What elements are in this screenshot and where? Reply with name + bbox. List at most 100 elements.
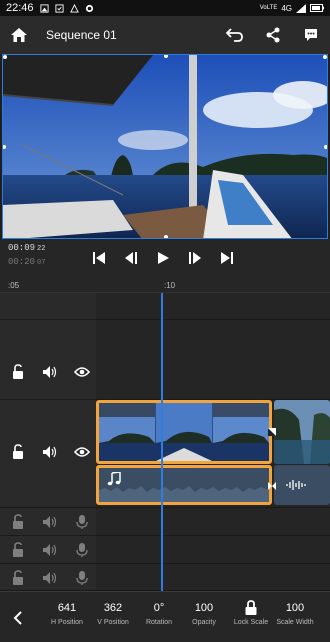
- track-header-video-1: [0, 400, 96, 508]
- lock-open-icon[interactable]: [10, 364, 26, 380]
- volume-icon[interactable]: [42, 542, 58, 558]
- transform-handle[interactable]: [3, 55, 7, 59]
- sequence-title: Sequence 01: [46, 28, 117, 42]
- lock-icon: [245, 600, 257, 615]
- v-position-value: 362: [103, 602, 123, 614]
- play-icon: [158, 252, 169, 264]
- image-icon: [39, 3, 49, 13]
- check-icon: [54, 3, 64, 13]
- scale-width-control[interactable]: 100 Scale Width: [273, 598, 317, 627]
- clip-thumbnails: [99, 403, 269, 461]
- track-header-video-2: [0, 320, 96, 400]
- status-time: 22:46: [6, 2, 34, 14]
- lock-scale-label: Lock Scale: [233, 619, 269, 626]
- video-clip[interactable]: [274, 400, 330, 464]
- volume-icon[interactable]: [42, 444, 58, 460]
- properties-toolbar: 641 H Position 362 V Position 0° Rotatio…: [0, 591, 330, 642]
- rotation-control[interactable]: 0° Rotation: [137, 598, 181, 627]
- playback-bar: 00:09 22 00:20 07: [0, 239, 330, 279]
- track-row-video-2: [96, 320, 330, 400]
- total-timecode: 00:20 07: [8, 257, 45, 267]
- microphone-icon[interactable]: [74, 570, 90, 586]
- volume-icon[interactable]: [42, 514, 58, 530]
- next-frame-button[interactable]: [184, 247, 206, 269]
- microphone-icon[interactable]: [74, 542, 90, 558]
- volte-label: VoLTE: [259, 5, 278, 11]
- status-bar: 22:46 VoLTE 4G: [0, 0, 330, 16]
- play-button[interactable]: [152, 247, 174, 269]
- comment-icon: [305, 29, 317, 41]
- lock-open-icon[interactable]: [10, 514, 26, 530]
- lock-scale-control[interactable]: Lock Scale: [229, 598, 273, 627]
- transform-handle[interactable]: [323, 55, 327, 59]
- transform-handle[interactable]: [3, 145, 6, 149]
- v-position-control[interactable]: 362 V Position: [91, 598, 135, 627]
- track-row-empty: [96, 293, 330, 320]
- ruler-tick-label: :05: [8, 281, 20, 290]
- transform-handle[interactable]: [164, 55, 168, 58]
- rotation-value: 0°: [153, 602, 165, 614]
- previous-frame-icon: [125, 252, 137, 264]
- battery-icon: [310, 4, 324, 12]
- track-header-audio-3: [0, 564, 96, 591]
- track-row-audio-2: [96, 536, 330, 564]
- video-clip-selected[interactable]: [96, 400, 272, 464]
- h-position-control[interactable]: 641 H Position: [45, 598, 89, 627]
- comment-button[interactable]: [292, 16, 330, 54]
- transition-marker[interactable]: [268, 482, 276, 490]
- volume-icon[interactable]: [42, 570, 58, 586]
- next-frame-icon: [189, 252, 201, 264]
- lock-open-icon[interactable]: [10, 570, 26, 586]
- track-header-audio-1: [0, 508, 96, 536]
- transform-handle[interactable]: [324, 145, 327, 149]
- scale-width-label: Scale Width: [276, 619, 314, 626]
- transition-marker[interactable]: [268, 428, 276, 436]
- h-position-value: 641: [57, 602, 77, 614]
- track-row-audio-1: [96, 508, 330, 536]
- audio-clip-selected[interactable]: [96, 465, 272, 505]
- eye-icon[interactable]: [74, 444, 90, 460]
- h-position-label: H Position: [51, 619, 83, 626]
- share-button[interactable]: [254, 16, 292, 54]
- undo-button[interactable]: [216, 16, 254, 54]
- audio-waveform: [99, 486, 269, 502]
- skip-to-end-button[interactable]: [216, 247, 238, 269]
- transport-controls: [88, 247, 238, 269]
- lock-scale-value: [229, 598, 273, 618]
- skip-to-end-icon: [221, 252, 233, 264]
- volume-icon[interactable]: [42, 364, 58, 380]
- timeline-ruler[interactable]: :05 :10: [0, 279, 330, 293]
- signal-icon: [296, 3, 306, 13]
- undo-icon: [226, 28, 243, 42]
- eye-icon[interactable]: [74, 364, 90, 380]
- video-preview[interactable]: [2, 54, 328, 239]
- back-button[interactable]: [6, 606, 30, 630]
- scale-width-value: 100: [285, 602, 305, 614]
- video-frame-image: [3, 55, 327, 238]
- chevron-left-icon: [13, 611, 22, 625]
- opacity-control[interactable]: 100 Opacity: [182, 598, 226, 627]
- home-button[interactable]: [0, 16, 38, 54]
- timeline-tracks: [0, 293, 330, 591]
- clip-thumbnail: [274, 400, 330, 464]
- alert-icon: [69, 3, 79, 13]
- audio-clip[interactable]: [274, 465, 330, 505]
- microphone-icon[interactable]: [74, 514, 90, 530]
- skip-to-start-icon: [93, 252, 105, 264]
- playhead-line[interactable]: [161, 293, 163, 591]
- previous-frame-button[interactable]: [120, 247, 142, 269]
- share-icon: [266, 27, 280, 43]
- circle-icon: [85, 4, 93, 12]
- lock-open-icon[interactable]: [10, 542, 26, 558]
- track-header-audio-2: [0, 536, 96, 564]
- rotation-label: Rotation: [145, 619, 173, 626]
- current-timecode: 00:09 22: [8, 243, 45, 253]
- total-frame: 07: [37, 259, 46, 267]
- total-time: 00:20: [8, 257, 36, 267]
- ruler-tick-label: :10: [164, 281, 176, 290]
- lock-open-icon[interactable]: [10, 444, 26, 460]
- current-frame: 22: [37, 245, 46, 253]
- opacity-value: 100: [194, 602, 214, 614]
- app-bar: Sequence 01: [0, 16, 330, 54]
- skip-to-start-button[interactable]: [88, 247, 110, 269]
